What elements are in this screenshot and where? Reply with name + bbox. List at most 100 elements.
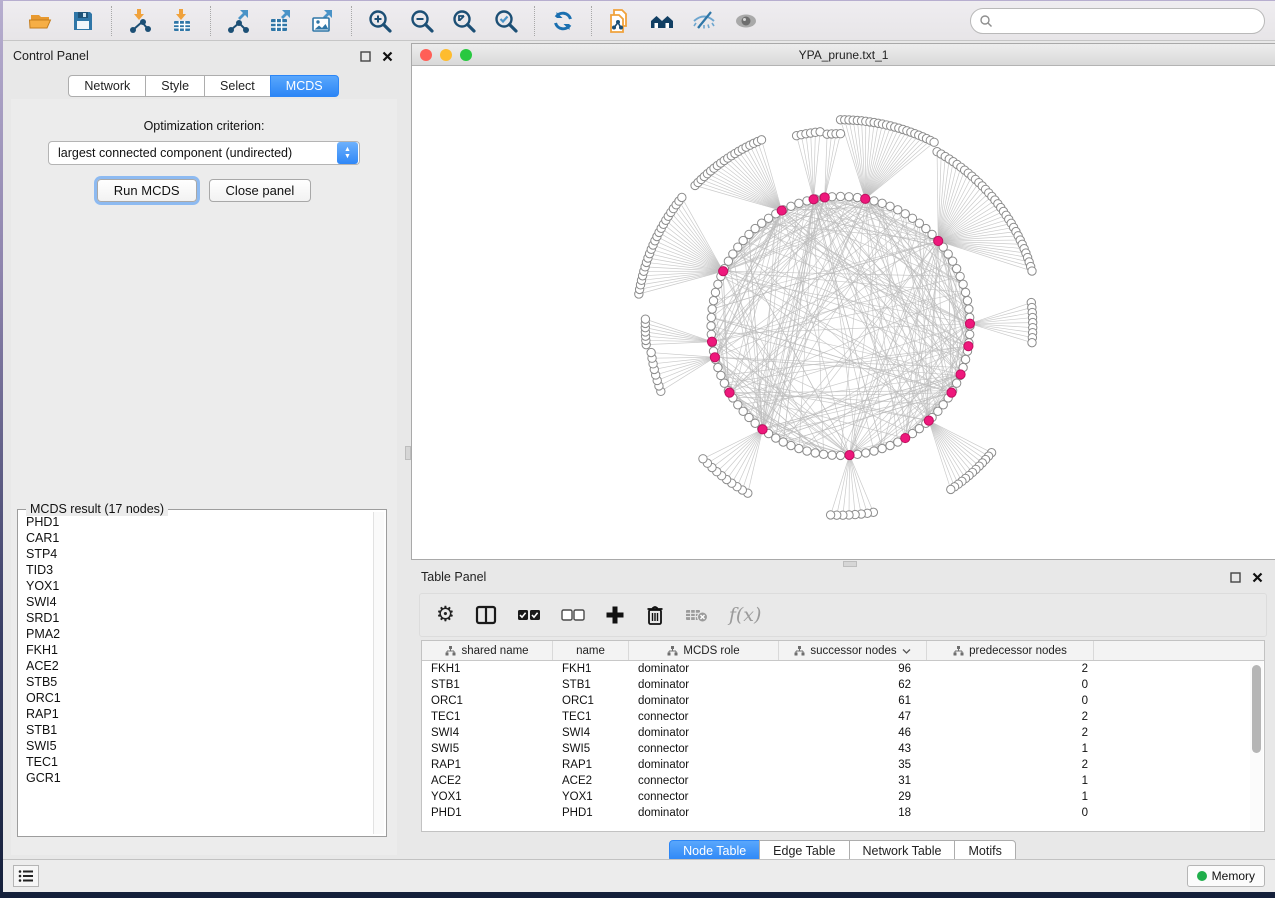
- network-node[interactable]: [1028, 267, 1036, 275]
- network-node[interactable]: [961, 288, 969, 296]
- mcds-result-item[interactable]: TID3: [20, 562, 372, 578]
- show-all-button[interactable]: [730, 6, 762, 36]
- mcds-result-item[interactable]: GCR1: [20, 770, 372, 786]
- network-node[interactable]: [959, 280, 967, 288]
- network-node[interactable]: [719, 267, 728, 276]
- network-canvas[interactable]: [412, 66, 1275, 559]
- table-row[interactable]: YOX1YOX1connector291: [422, 789, 1249, 805]
- table-scrollbar-thumb[interactable]: [1252, 665, 1261, 753]
- hide-selected-button[interactable]: [688, 6, 720, 36]
- network-node[interactable]: [809, 195, 818, 204]
- table-row[interactable]: RAP1RAP1dominator352: [422, 757, 1249, 773]
- network-node[interactable]: [828, 451, 836, 459]
- search-box[interactable]: [970, 8, 1265, 34]
- close-panel-button[interactable]: [379, 48, 395, 64]
- mcds-result-item[interactable]: ACE2: [20, 658, 372, 674]
- network-node[interactable]: [707, 313, 715, 321]
- table-row[interactable]: TEC1TEC1connector472: [422, 709, 1249, 725]
- mcds-result-item[interactable]: STP4: [20, 546, 372, 562]
- mcds-result-item[interactable]: STB5: [20, 674, 372, 690]
- mcds-result-item[interactable]: CAR1: [20, 530, 372, 546]
- mcds-result-item[interactable]: SWI5: [20, 738, 372, 754]
- float-table-panel-button[interactable]: [1227, 569, 1243, 585]
- mcds-result-item[interactable]: FKH1: [20, 642, 372, 658]
- search-input[interactable]: [998, 14, 1256, 28]
- tab-mcds[interactable]: MCDS: [270, 75, 339, 97]
- network-node[interactable]: [934, 236, 943, 245]
- network-node[interactable]: [720, 379, 728, 387]
- network-node[interactable]: [757, 136, 765, 144]
- mcds-result-item[interactable]: ORC1: [20, 690, 372, 706]
- network-node[interactable]: [647, 348, 655, 356]
- mcds-result-item[interactable]: YOX1: [20, 578, 372, 594]
- select-all-columns-button[interactable]: [517, 600, 541, 630]
- network-node[interactable]: [862, 449, 870, 457]
- network-node[interactable]: [924, 416, 933, 425]
- network-node[interactable]: [845, 451, 854, 460]
- network-node[interactable]: [947, 485, 955, 493]
- network-node[interactable]: [956, 370, 965, 379]
- table-row[interactable]: SWI4SWI4dominator462: [422, 725, 1249, 741]
- network-node[interactable]: [861, 194, 870, 203]
- table-row[interactable]: PHD1PHD1dominator180: [422, 805, 1249, 821]
- network-node[interactable]: [777, 206, 786, 215]
- network-node[interactable]: [710, 353, 719, 362]
- network-node[interactable]: [870, 197, 878, 205]
- export-table-button[interactable]: [265, 6, 297, 36]
- network-node[interactable]: [870, 447, 878, 455]
- network-node[interactable]: [963, 297, 971, 305]
- network-node[interactable]: [803, 447, 811, 455]
- network-node[interactable]: [952, 264, 960, 272]
- network-node[interactable]: [878, 199, 886, 207]
- function-builder-button[interactable]: f(x): [729, 600, 762, 630]
- column-header-MCDS-role[interactable]: MCDS role: [629, 641, 779, 660]
- network-node[interactable]: [836, 451, 844, 459]
- open-file-button[interactable]: [25, 6, 57, 36]
- column-header-name[interactable]: name: [553, 641, 629, 660]
- task-history-button[interactable]: [13, 865, 39, 887]
- refresh-button[interactable]: [547, 6, 579, 36]
- zoom-in-button[interactable]: [364, 6, 396, 36]
- column-view-button[interactable]: [475, 600, 497, 630]
- mcds-result-item[interactable]: SRD1: [20, 610, 372, 626]
- mcds-result-list[interactable]: PHD1CAR1STP4TID3YOX1SWI4SRD1PMA2FKH1ACE2…: [20, 514, 372, 834]
- mcds-result-item[interactable]: PMA2: [20, 626, 372, 642]
- network-node[interactable]: [711, 288, 719, 296]
- network-node[interactable]: [930, 138, 938, 146]
- import-table-button[interactable]: [166, 6, 198, 36]
- mcds-result-item[interactable]: PHD1: [20, 514, 372, 530]
- network-node[interactable]: [845, 193, 853, 201]
- network-node[interactable]: [811, 449, 819, 457]
- close-table-panel-button[interactable]: [1249, 569, 1265, 585]
- network-node[interactable]: [714, 280, 722, 288]
- save-button[interactable]: [67, 6, 99, 36]
- network-node[interactable]: [886, 441, 894, 449]
- network-node[interactable]: [836, 192, 844, 200]
- optimization-criterion-select[interactable]: largest connected component (undirected)…: [48, 141, 360, 165]
- table-scrollbar[interactable]: [1250, 661, 1263, 830]
- network-node[interactable]: [708, 305, 716, 313]
- tab-style[interactable]: Style: [145, 75, 205, 97]
- network-node[interactable]: [641, 315, 649, 323]
- mcds-result-item[interactable]: SWI4: [20, 594, 372, 610]
- network-node[interactable]: [678, 193, 686, 201]
- table-row[interactable]: ACE2ACE2connector311: [422, 773, 1249, 789]
- network-node[interactable]: [707, 322, 715, 330]
- network-node[interactable]: [964, 342, 973, 351]
- float-panel-button[interactable]: [357, 48, 373, 64]
- network-node[interactable]: [819, 450, 827, 458]
- network-node[interactable]: [707, 337, 716, 346]
- network-node[interactable]: [1028, 339, 1036, 347]
- mcds-list-scrollbar[interactable]: [373, 512, 384, 834]
- network-node[interactable]: [826, 511, 834, 519]
- close-panel-button-bottom[interactable]: Close panel: [209, 179, 312, 202]
- zoom-fit-button[interactable]: [448, 6, 480, 36]
- network-node[interactable]: [956, 272, 964, 280]
- network-node[interactable]: [947, 388, 956, 397]
- horizontal-splitter-handle[interactable]: [843, 561, 857, 567]
- delete-column-button[interactable]: [645, 600, 665, 630]
- table-settings-button[interactable]: ⚙: [436, 600, 455, 630]
- first-neighbors-button[interactable]: [646, 6, 678, 36]
- network-node[interactable]: [725, 388, 734, 397]
- network-titlebar[interactable]: YPA_prune.txt_1: [412, 44, 1275, 66]
